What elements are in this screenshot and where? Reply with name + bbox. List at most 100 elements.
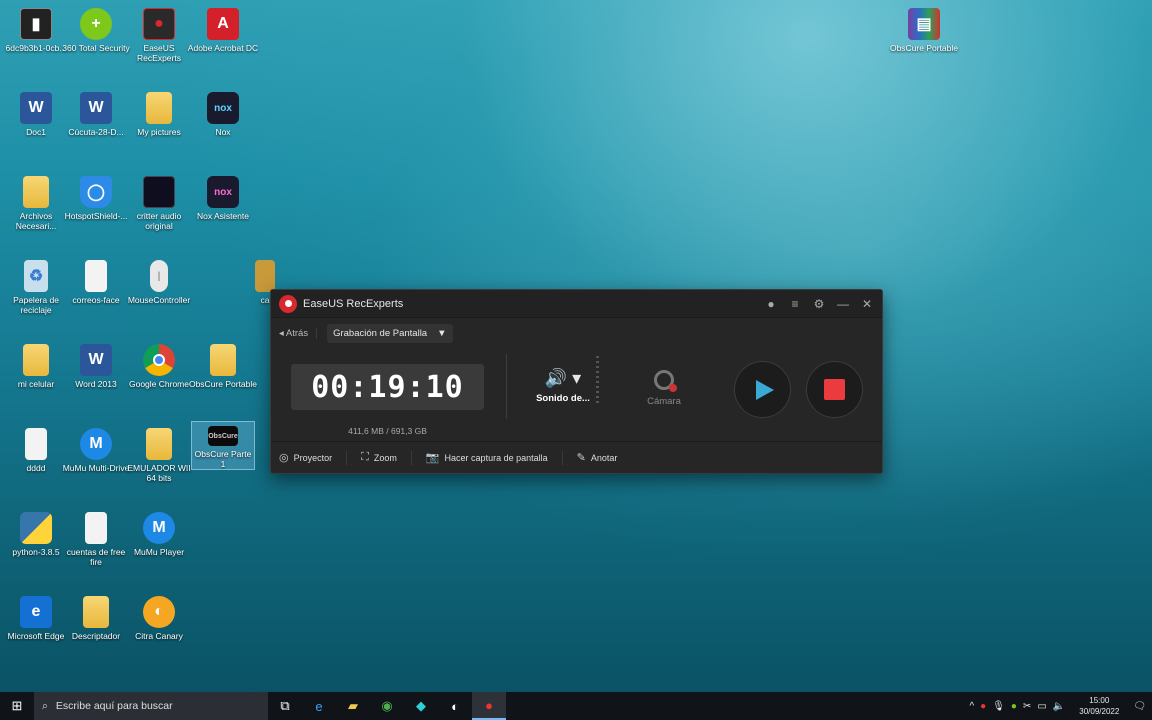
window-title: EaseUS RecExperts [303,297,404,310]
menu-icon[interactable]: ≡ [788,297,802,311]
desktop-icon-descriptador[interactable]: Descriptador [60,592,132,641]
desktop-icon-label: My pictures [137,127,181,137]
desktop-icon-obscure-parte-1[interactable]: ObsCure ObsCure Parte 1 [191,421,255,470]
desktop-icon-hotspotshield[interactable]: ◯ HotspotShield-... [60,172,132,221]
word-doc-icon: W [80,92,112,124]
desktop-icon-label: Word 2013 [75,379,117,389]
desktop-icon-adobe-acrobat[interactable]: A Adobe Acrobat DC [187,4,259,53]
folder-icon: ▰ [348,698,358,713]
minimize-icon[interactable]: — [836,297,850,311]
volume-icon[interactable]: 🔈 [1053,701,1065,712]
app-icon: ◆ [416,698,426,713]
desktop-icon-word-2013[interactable]: W Word 2013 [60,340,132,389]
recording-panel: 00:19:10 411,6 MB / 691,3 GB 🔊 ▾ Sonido … [271,348,882,443]
taskbar-easeus[interactable]: ● [472,692,506,720]
desktop-icon-cuentas[interactable]: cuentas de free fire [60,508,132,567]
desktop-icon-label: ObsCure Portable [188,379,258,389]
desktop-icon-360-total-security[interactable]: + 360 Total Security [60,4,132,53]
desktop-icon-cucuta[interactable]: W Cúcuta-28-D... [60,88,132,137]
desktop-icon-mumu-player[interactable]: M MuMu Player [123,508,195,557]
desktop-icon-my-pictures[interactable]: My pictures [123,88,195,137]
folder-icon [210,344,236,376]
desktop-icon-label: 6dc9b3b1-0cb... [5,43,67,53]
close-icon[interactable]: ✕ [860,297,874,311]
camera-button[interactable]: Cámara [631,370,697,407]
image-file-icon: ▮ [20,8,52,40]
nox-icon: nox [207,92,239,124]
desktop-icon-mumu-multi-drive[interactable]: M MuMu Multi-Drive [60,424,132,473]
projector-button[interactable]: ◎ Proyector [279,450,348,465]
desktop-icon-label: Cúcuta-28-D... [68,127,124,137]
video-file-icon [143,176,175,208]
360-tray-icon[interactable]: ● [1011,701,1017,712]
desktop-icon-label: ObsCure Portable [889,43,959,53]
desktop-icon-label: Google Chrome [128,379,189,389]
audio-source-label: Sonido de... [536,393,590,404]
edge-icon: e [315,698,323,714]
zoom-button[interactable]: ⛶ Zoom [361,450,412,465]
desktop-icon-critter-audio[interactable]: critter audio original [123,172,195,231]
divider [506,354,507,419]
tool-bar: ◎ Proyector ⛶ Zoom 📷 Hacer captura de pa… [271,441,882,473]
mode-select[interactable]: Grabación de Pantalla ▼ [327,323,453,343]
search-box[interactable]: ⌕ Escribe aquí para buscar [34,692,268,720]
taskbar-app-dark[interactable]: ◐ [438,692,472,720]
python-icon [20,512,52,544]
clock-time: 15:00 [1089,696,1110,705]
screenshot-button[interactable]: 📷 Hacer captura de pantalla [426,450,563,465]
text-file-icon [85,512,107,544]
folder-icon [146,92,172,124]
taskbar-chrome[interactable]: ◉ [370,692,404,720]
microphone-icon[interactable]: 🎙 [992,701,1005,712]
annotate-button[interactable]: ✎ Anotar [577,451,632,465]
clock-date: 30/09/2022 [1079,707,1120,716]
desktop-icon-label: EaseUS RecExperts [137,43,181,63]
stop-button[interactable] [806,361,863,418]
image-file-icon [255,260,275,292]
speaker-icon: 🔊 ▾ [544,368,582,388]
desktop-icon-nox-asistente[interactable]: nox Nox Asistente [187,172,259,221]
network-icon[interactable]: ▭ [1037,701,1046,712]
desktop-icon-citra-canary[interactable]: ◐ Citra Canary [123,592,195,641]
task-view-button[interactable]: ⧉ [268,692,302,720]
desktop-icon-label: MuMu Multi-Drive [62,463,130,473]
title-bar[interactable]: EaseUS RecExperts ● ≡ ⚙ — ✕ [271,290,882,318]
desktop-icon-label: EMULADOR WII 64 bits [127,463,191,483]
zoom-icon: ⛶ [361,451,369,463]
account-icon[interactable]: ● [764,297,778,311]
desktop-icon-mousecontroller[interactable]: | MouseController [123,256,195,305]
audio-source-button[interactable]: 🔊 ▾ Sonido de... [526,368,600,404]
app-icon: ◐ [451,698,459,714]
chevron-up-icon[interactable]: ^ [969,701,974,712]
taskbar-file-explorer[interactable]: ▰ [336,692,370,720]
video-file-icon: ObsCure [208,426,238,446]
desktop-icon-label: mi celular [17,379,55,389]
desktop-icon-obscure-portable[interactable]: ObsCure Portable [187,340,259,389]
desktop-icon-google-chrome[interactable]: Google Chrome [123,340,195,389]
storage-info: 411,6 MB / 691,3 GB [348,426,427,436]
desktop-icon-label: Descriptador [71,631,121,641]
play-button[interactable] [734,361,791,418]
gear-icon[interactable]: ⚙ [812,297,826,311]
desktop-icon-label: Nox [215,127,231,137]
back-button[interactable]: ◂ Atrás [279,327,318,339]
chrome-icon [143,344,175,376]
desktop-icon-easeus[interactable]: ● EaseUS RecExperts [123,4,195,63]
desktop-icon-nox[interactable]: nox Nox [187,88,259,137]
mouse-icon: | [150,260,168,292]
clock[interactable]: 15:00 30/09/2022 [1071,695,1127,717]
taskbar-edge[interactable]: e [302,692,336,720]
notification-icon[interactable]: 🗨 [1133,701,1146,712]
mode-bar: ◂ Atrás Grabación de Pantalla ▼ [271,318,882,348]
desktop-icon-obscure-portable-rar[interactable]: ▤ ObsCure Portable [888,4,960,53]
start-button[interactable]: ⊞ [0,692,34,720]
taskbar-app-cyan[interactable]: ◆ [404,692,438,720]
easeus-tray-icon[interactable]: ● [980,701,986,712]
stop-icon [824,379,845,400]
desktop-icon-correos-face[interactable]: correos-face [60,256,132,305]
app-tray-icon[interactable]: ✂ [1023,701,1031,712]
zoom-label: Zoom [373,452,397,463]
desktop-icon-emulador-wii[interactable]: EMULADOR WII 64 bits [123,424,195,483]
folder-icon [146,428,172,460]
folder-icon [23,344,49,376]
